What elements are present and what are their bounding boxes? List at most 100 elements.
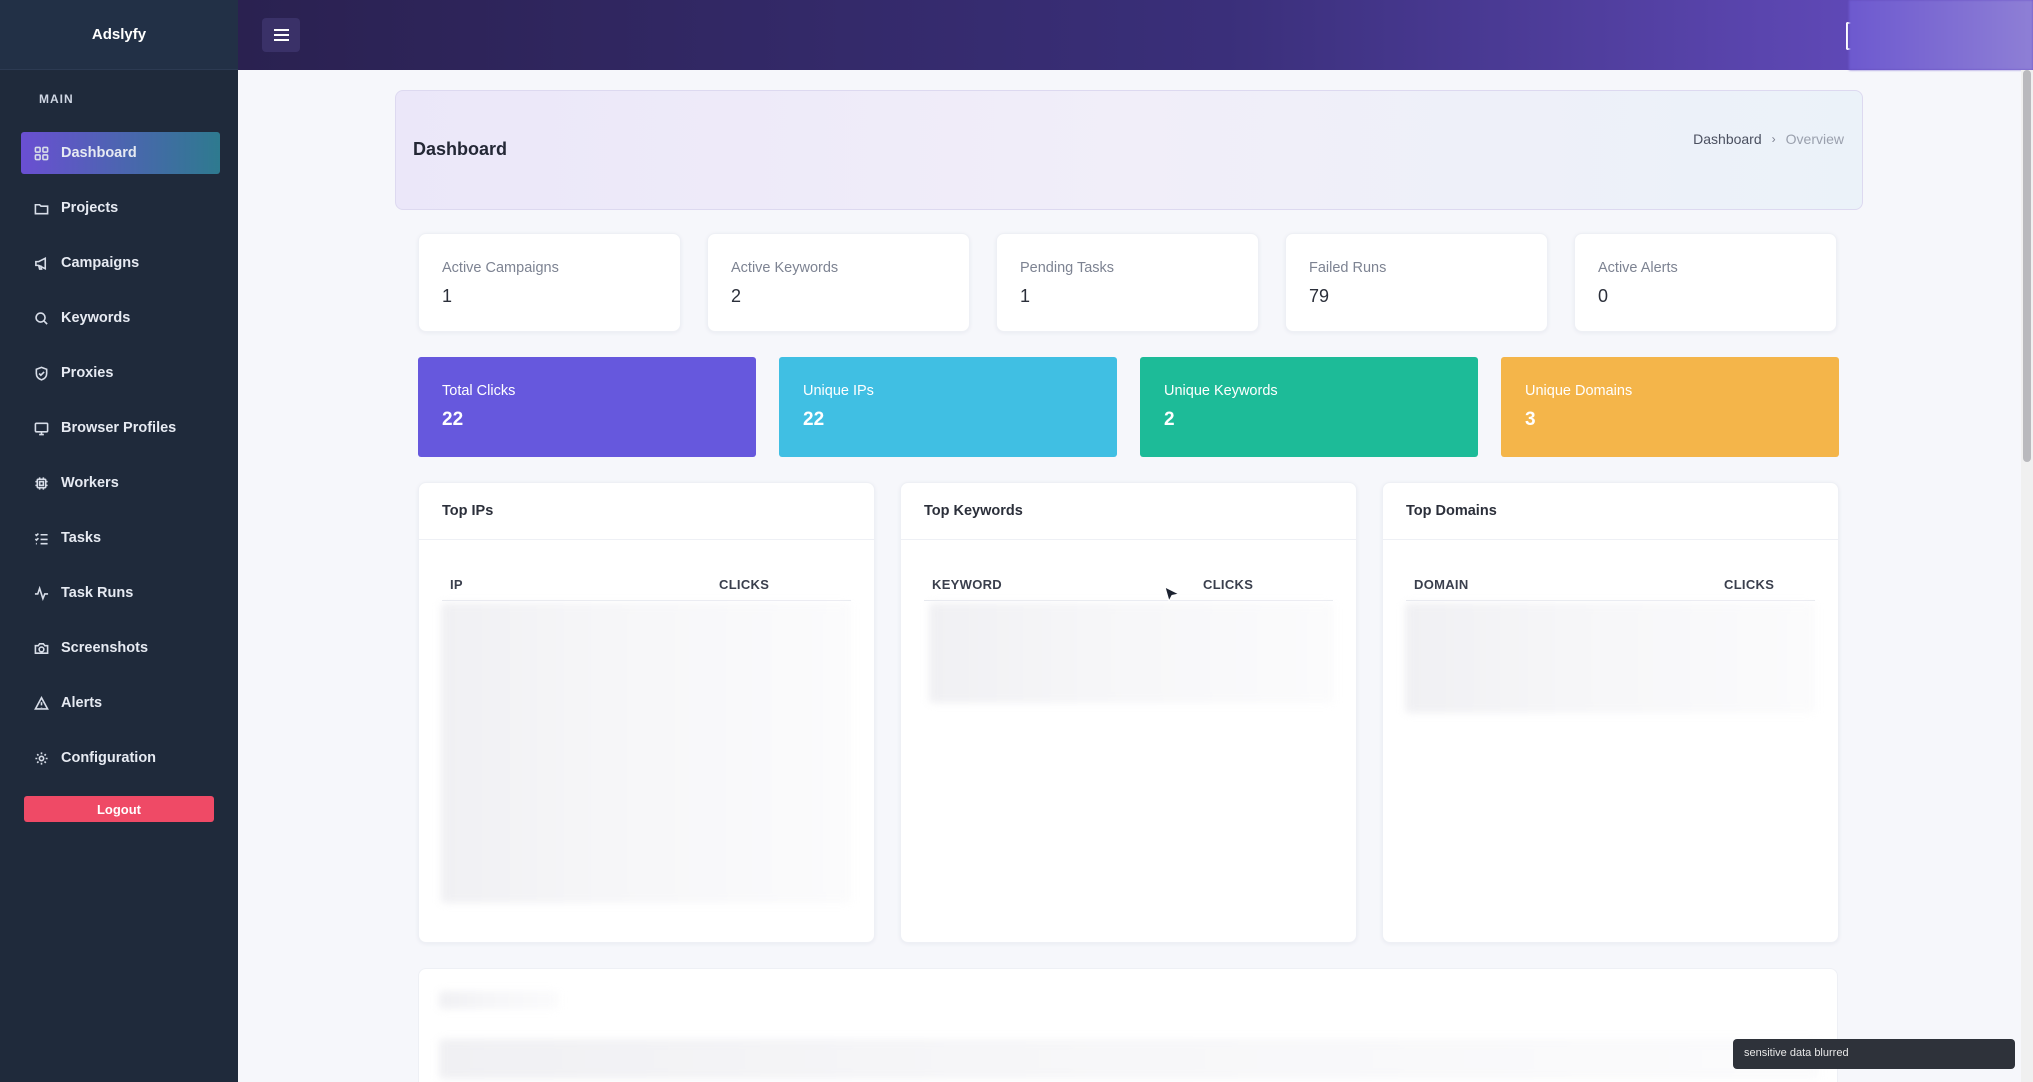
sidebar: Adslyfy MAIN Dashboard Projects Campaign… bbox=[0, 0, 238, 1082]
stat-value: 1 bbox=[442, 286, 453, 306]
tile-total-clicks: Total Clicks 22 bbox=[418, 357, 756, 457]
shield-icon bbox=[33, 365, 49, 381]
sidebar-item-label: Browser Profiles bbox=[61, 420, 177, 436]
search-icon bbox=[33, 310, 49, 326]
stat-label: Failed Runs bbox=[1309, 260, 1387, 276]
logout-button[interactable]: Logout bbox=[24, 796, 214, 822]
stat-card-failed-runs: Failed Runs 79 bbox=[1285, 233, 1548, 332]
table-body-blurred bbox=[441, 603, 851, 903]
sidebar-item-dashboard[interactable]: Dashboard bbox=[21, 132, 220, 174]
sidebar-item-label: Campaigns bbox=[61, 255, 140, 271]
sidebar-item-task-runs[interactable]: Task Runs bbox=[21, 572, 220, 614]
megaphone-icon bbox=[33, 255, 49, 271]
sidebar-item-label: Dashboard bbox=[61, 145, 137, 161]
sidebar-item-browser-profiles[interactable]: Browser Profiles bbox=[21, 407, 220, 449]
breadcrumb-dashboard-link[interactable]: Dashboard bbox=[1693, 131, 1762, 147]
tile-unique-domains: Unique Domains 3 bbox=[1501, 357, 1839, 457]
folder-icon bbox=[33, 200, 49, 216]
alert-triangle-icon bbox=[33, 695, 49, 711]
breadcrumb-current: Overview bbox=[1785, 131, 1844, 147]
tile-label: Unique Domains bbox=[1525, 383, 1633, 399]
recent-activity-card-blurred bbox=[418, 968, 1838, 1082]
topbar bbox=[238, 0, 2033, 70]
tile-label: Unique IPs bbox=[803, 383, 874, 399]
column-header-keyword[interactable]: KEYWORD bbox=[932, 577, 1002, 592]
sidebar-item-label: Configuration bbox=[61, 750, 157, 766]
sidebar-item-workers[interactable]: Workers bbox=[21, 462, 220, 504]
sidebar-item-label: Screenshots bbox=[61, 640, 149, 656]
divider bbox=[901, 539, 1356, 540]
sidebar-item-label: Proxies bbox=[61, 365, 114, 381]
gear-icon bbox=[33, 750, 49, 766]
sidebar-item-label: Projects bbox=[61, 200, 119, 216]
sidebar-item-label: Alerts bbox=[61, 695, 103, 711]
breadcrumb: Dashboard › Overview bbox=[1693, 131, 1844, 147]
divider bbox=[1383, 539, 1838, 540]
hamburger-menu-button[interactable] bbox=[262, 18, 300, 52]
stat-value: 0 bbox=[1598, 286, 1609, 306]
stat-card-active-keywords: Active Keywords 2 bbox=[707, 233, 970, 332]
stat-card-pending-tasks: Pending Tasks 1 bbox=[996, 233, 1259, 332]
card-title-blurred bbox=[439, 991, 559, 1009]
tile-label: Total Clicks bbox=[442, 383, 516, 399]
stat-value: 2 bbox=[731, 286, 742, 306]
top-keywords-card: Top Keywords KEYWORD CLICKS bbox=[900, 482, 1357, 943]
monitor-icon bbox=[33, 420, 49, 436]
tile-value: 22 bbox=[442, 409, 464, 430]
tile-unique-ips: Unique IPs 22 bbox=[779, 357, 1117, 457]
page-header: Dashboard Dashboard › Overview bbox=[395, 90, 1863, 210]
stat-label: Pending Tasks bbox=[1020, 260, 1115, 276]
column-header-ip[interactable]: IP bbox=[450, 577, 463, 592]
menu-icon bbox=[273, 34, 289, 36]
tile-value: 3 bbox=[1525, 409, 1536, 430]
activity-icon bbox=[33, 585, 49, 601]
stat-card-active-campaigns: Active Campaigns 1 bbox=[418, 233, 681, 332]
sidebar-nav: Dashboard Projects Campaigns Keywords Pr… bbox=[0, 132, 238, 779]
tile-unique-keywords: Unique Keywords 2 bbox=[1140, 357, 1478, 457]
table-body-blurred bbox=[1405, 603, 1815, 713]
top-domains-card: Top Domains DOMAIN CLICKS bbox=[1382, 482, 1839, 943]
column-header-domain[interactable]: DOMAIN bbox=[1414, 577, 1469, 592]
divider bbox=[419, 539, 874, 540]
scrollbar-thumb[interactable] bbox=[2023, 70, 2031, 462]
stat-label: Active Campaigns bbox=[442, 260, 559, 276]
top-ips-card: Top IPs IP CLICKS bbox=[418, 482, 875, 943]
column-header-clicks[interactable]: CLICKS bbox=[719, 577, 769, 592]
table-body-blurred bbox=[439, 1039, 1819, 1079]
tile-label: Unique Keywords bbox=[1164, 383, 1278, 399]
mouse-cursor-icon bbox=[1164, 586, 1181, 603]
camera-icon bbox=[33, 640, 49, 656]
user-menu-blurred[interactable] bbox=[1849, 0, 2033, 70]
table-header: IP CLICKS bbox=[442, 571, 851, 601]
chevron-right-icon: › bbox=[1771, 132, 1776, 146]
sidebar-section-label: MAIN bbox=[39, 92, 74, 106]
stat-label: Active Keywords bbox=[731, 260, 839, 276]
list-checks-icon bbox=[33, 530, 49, 546]
page-title: Dashboard bbox=[413, 139, 508, 159]
sidebar-item-label: Tasks bbox=[61, 530, 102, 546]
sidebar-item-alerts[interactable]: Alerts bbox=[21, 682, 220, 724]
sidebar-item-keywords[interactable]: Keywords bbox=[21, 297, 220, 339]
sidebar-item-label: Keywords bbox=[61, 310, 131, 326]
app-logo[interactable]: Adslyfy bbox=[0, 0, 238, 70]
cpu-icon bbox=[33, 475, 49, 491]
stat-card-active-alerts: Active Alerts 0 bbox=[1574, 233, 1837, 332]
sidebar-item-campaigns[interactable]: Campaigns bbox=[21, 242, 220, 284]
card-title: Top IPs bbox=[442, 503, 494, 519]
stat-value: 1 bbox=[1020, 286, 1031, 306]
sidebar-item-tasks[interactable]: Tasks bbox=[21, 517, 220, 559]
column-header-clicks[interactable]: CLICKS bbox=[1203, 577, 1253, 592]
sidebar-item-screenshots[interactable]: Screenshots bbox=[21, 627, 220, 669]
sidebar-item-proxies[interactable]: Proxies bbox=[21, 352, 220, 394]
table-header: DOMAIN CLICKS bbox=[1406, 571, 1815, 601]
sidebar-item-projects[interactable]: Projects bbox=[21, 187, 220, 229]
card-title: Top Domains bbox=[1406, 503, 1497, 519]
sidebar-item-label: Task Runs bbox=[61, 585, 134, 601]
sidebar-item-configuration[interactable]: Configuration bbox=[21, 737, 220, 779]
table-header: KEYWORD CLICKS bbox=[924, 571, 1333, 601]
tile-value: 2 bbox=[1164, 409, 1175, 430]
table-body-blurred bbox=[929, 603, 1334, 703]
tile-value: 22 bbox=[803, 409, 825, 430]
stat-value: 79 bbox=[1309, 286, 1330, 306]
column-header-clicks[interactable]: CLICKS bbox=[1724, 577, 1774, 592]
